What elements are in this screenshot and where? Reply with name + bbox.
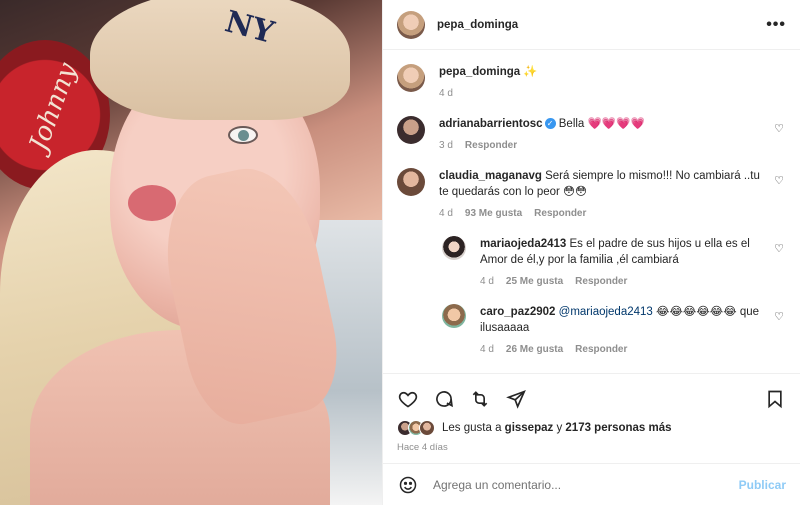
comment-time[interactable]: 4 d	[480, 274, 494, 290]
caption-username[interactable]: pepa_dominga	[439, 66, 520, 78]
comment-likes[interactable]: 93 Me gusta	[465, 206, 522, 222]
likes-count[interactable]: 2173 personas más	[565, 422, 671, 434]
author-username[interactable]: pepa_dominga	[437, 19, 518, 31]
reply-button[interactable]: Responder	[534, 206, 586, 222]
comment: claudia_maganavg Será siempre lo mismo!!…	[397, 168, 786, 222]
reply-button[interactable]: Responder	[575, 274, 627, 290]
heart-icon[interactable]	[397, 388, 419, 410]
reply-comment: mariaojeda2413 Es el padre de sus hijos …	[442, 236, 786, 290]
comment-likes[interactable]: 25 Me gusta	[506, 274, 563, 290]
comment-text: Bella 💗💗💗💗	[558, 118, 645, 130]
likes-summary: Les gusta a gissepaz y 2173 personas más	[397, 420, 786, 436]
avatar[interactable]	[397, 10, 425, 39]
post-date[interactable]: Hace 4 días	[397, 442, 786, 463]
heart-icon[interactable]: ♡	[774, 174, 784, 187]
heart-icon[interactable]: ♡	[774, 310, 784, 323]
avatar[interactable]	[442, 304, 466, 328]
comment-username[interactable]: caro_paz2902	[480, 306, 555, 318]
action-bar: Les gusta a gissepaz y 2173 personas más…	[383, 373, 800, 463]
caption-text: ✨	[523, 66, 538, 78]
verified-icon: ✓	[544, 118, 556, 130]
comment-input[interactable]: Agrega un comentario...	[433, 478, 739, 492]
post-comment-button[interactable]: Publicar	[739, 478, 786, 492]
post-image[interactable]: Johnny NY	[0, 0, 382, 505]
comment-username[interactable]: mariaojeda2413	[480, 238, 566, 250]
emoji-icon[interactable]	[397, 474, 419, 496]
avatar[interactable]	[397, 64, 425, 92]
heart-icon[interactable]: ♡	[774, 242, 784, 255]
save-icon[interactable]	[764, 388, 786, 410]
cap-shape	[90, 0, 350, 120]
comments-list[interactable]: pepa_dominga ✨ 4 d adrianabarrientosc ✓ B…	[383, 50, 800, 373]
caption-time[interactable]: 4 d	[439, 86, 453, 102]
heart-icon[interactable]: ♡	[774, 122, 784, 135]
send-icon[interactable]	[505, 388, 527, 410]
post-header: pepa_dominga •••	[383, 0, 800, 50]
comment-time[interactable]: 4 d	[480, 342, 494, 358]
avatar[interactable]	[442, 236, 466, 260]
likes-prefix: Les gusta a	[442, 422, 502, 434]
liker-avatar	[419, 420, 435, 436]
avatar[interactable]	[397, 116, 425, 144]
reply-button[interactable]: Responder	[465, 138, 517, 154]
right-eye	[228, 126, 258, 144]
comment: adrianabarrientosc ✓ Bella 💗💗💗💗 3 d Respon…	[397, 116, 786, 154]
instagram-post: Johnny NY pepa_dominga ••• pepa_dominga …	[0, 0, 800, 505]
more-icon[interactable]: •••	[766, 16, 786, 34]
caption: pepa_dominga ✨ 4 d	[397, 64, 786, 102]
avatar[interactable]	[397, 168, 425, 196]
likes-conj: y	[556, 422, 563, 434]
comment-username[interactable]: claudia_maganavg	[439, 170, 542, 182]
reply-button[interactable]: Responder	[575, 342, 627, 358]
liker-username[interactable]: gissepaz	[505, 422, 554, 434]
comment-username[interactable]: adrianabarrientosc	[439, 118, 543, 130]
share-icon[interactable]	[469, 388, 491, 410]
comment-likes[interactable]: 26 Me gusta	[506, 342, 563, 358]
comment-icon[interactable]	[433, 388, 455, 410]
post-sidebar: pepa_dominga ••• pepa_dominga ✨ 4 d adri…	[382, 0, 800, 505]
comment-time[interactable]: 4 d	[439, 206, 453, 222]
reply-comment: caro_paz2902 @mariaojeda2413 😂😂😂😂😂😂 que …	[442, 304, 786, 358]
mention-link[interactable]: @mariaojeda2413	[559, 306, 653, 318]
comment-time[interactable]: 3 d	[439, 138, 453, 154]
lips-shape	[128, 185, 176, 221]
comment-composer: Agrega un comentario... Publicar	[383, 463, 800, 505]
